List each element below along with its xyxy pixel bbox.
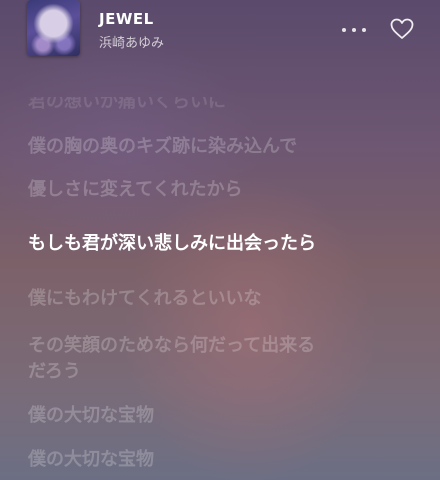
now-playing-header: JEWEL 浜崎あゆみ (0, 0, 440, 64)
lyric-line[interactable]: その笑顔のためなら何だって出来る だろう (28, 333, 418, 385)
ellipsis-icon (352, 28, 356, 32)
lyric-line-active[interactable]: もしも君が深い悲しみに出会ったら (28, 231, 418, 257)
more-options-button[interactable] (342, 20, 366, 40)
song-title: JEWEL (99, 10, 154, 28)
artist-name[interactable]: 浜崎あゆみ (99, 32, 164, 51)
ellipsis-icon (342, 28, 346, 32)
lyric-line[interactable]: 僕の大切な宝物 (28, 447, 418, 473)
lyric-line[interactable]: 優しさに変えてくれたから (28, 177, 418, 203)
lyric-line[interactable]: 僕の大切な宝物 (28, 403, 418, 429)
album-artwork[interactable] (27, 0, 80, 56)
lyric-line[interactable]: 君の想いが痛いくらいに (28, 97, 418, 115)
lyric-line[interactable]: 僕の胸の奥のキズ跡に染み込んで (28, 134, 418, 160)
favorite-button[interactable] (390, 18, 414, 40)
lyric-line[interactable]: 僕にもわけてくれるといいな (28, 286, 418, 312)
heart-outline-icon (390, 18, 414, 39)
ellipsis-icon (362, 28, 366, 32)
lyrics-panel: 君の想いが痛いくらいに 僕の胸の奥のキズ跡に染み込んで 優しさに変えてくれたから… (0, 0, 440, 480)
